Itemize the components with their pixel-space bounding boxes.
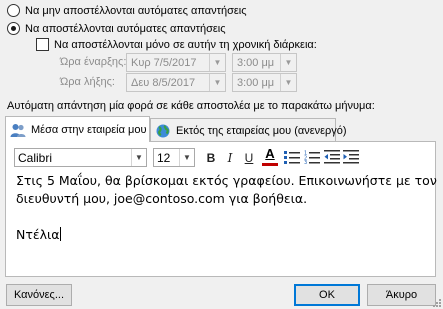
font-value: Calibri	[18, 150, 53, 165]
no-auto-reply-option[interactable]: Να μην αποστέλλονται αυτόματες απαντήσει…	[7, 4, 247, 17]
cancel-button[interactable]: Άκυρο	[367, 284, 436, 306]
font-size-select[interactable]: 12 ▼	[153, 148, 195, 167]
font-color-bar	[262, 163, 278, 166]
bold-button[interactable]: B	[203, 148, 219, 168]
chevron-down-icon[interactable]: ▼	[280, 74, 296, 91]
start-time-field[interactable]: 3:00 μμ ▼	[232, 53, 297, 72]
time-range-checkbox[interactable]	[36, 38, 49, 51]
signature-text: Ντέλια	[16, 227, 60, 242]
bullets-icon[interactable]	[284, 150, 300, 167]
rules-button[interactable]: Κανόνες...	[6, 284, 72, 306]
message-signature: Ντέλια	[16, 226, 428, 244]
end-time-value: 3:00 μμ	[237, 76, 275, 89]
svg-text:3: 3	[304, 160, 307, 164]
message-line-2: διευθυντή μου, joe@contoso.com για βοήθε…	[16, 191, 308, 206]
chevron-down-icon[interactable]: ▼	[280, 54, 296, 71]
globe-icon	[155, 123, 171, 139]
chevron-down-icon[interactable]: ▼	[131, 149, 146, 166]
end-time-field[interactable]: 3:00 μμ ▼	[232, 73, 297, 92]
font-color-letter: A	[265, 146, 275, 161]
underline-button[interactable]: U	[241, 148, 257, 168]
people-icon	[10, 122, 26, 138]
chevron-down-icon[interactable]: ▼	[209, 74, 225, 91]
no-auto-reply-label: Να μην αποστέλλονται αυτόματες απαντήσει…	[25, 4, 247, 17]
font-select[interactable]: Calibri ▼	[14, 148, 147, 167]
italic-button[interactable]: I	[223, 148, 237, 168]
ok-button[interactable]: OK	[294, 284, 360, 306]
tab-outside-organization[interactable]: Εκτός της εταιρείας μου (ανενεργό)	[150, 118, 347, 142]
tab-outside-label: Εκτός της εταιρείας μου (ανενεργό)	[176, 124, 347, 137]
start-time-label: Ώρα έναρξης:	[60, 56, 127, 68]
no-auto-reply-radio[interactable]	[7, 4, 20, 17]
text-cursor	[59, 227, 61, 241]
resize-grip-icon[interactable]	[432, 298, 442, 309]
end-time-label: Ώρα λήξης:	[60, 76, 115, 88]
send-auto-reply-label: Να αποστέλλονται αυτόματες απαντήσεις	[25, 22, 226, 35]
font-size-value: 12	[157, 150, 171, 165]
decrease-indent-icon[interactable]	[324, 150, 340, 167]
message-editor[interactable]: Στις 5 Μαΐου, θα βρίσκομαι εκτός γραφείο…	[12, 170, 437, 274]
start-date-value: Κυρ 7/5/2017	[131, 56, 197, 69]
chevron-down-icon[interactable]: ▼	[179, 149, 194, 166]
start-time-value: 3:00 μμ	[237, 56, 275, 69]
tab-inside-label: Μέσα στην εταιρεία μου	[31, 123, 147, 136]
instruction-text: Αυτόματη απάντηση μία φορά σε κάθε αποστ…	[7, 100, 375, 112]
time-range-option[interactable]: Να αποστέλλονται μόνο σε αυτήν τη χρονικ…	[36, 38, 317, 51]
message-line-3	[16, 208, 428, 226]
numbering-icon[interactable]: 1 2 3	[304, 150, 320, 167]
tab-inside-organization[interactable]: Μέσα στην εταιρεία μου	[5, 116, 150, 142]
send-auto-reply-option[interactable]: Να αποστέλλονται αυτόματες απαντήσεις	[7, 22, 226, 35]
send-auto-reply-radio[interactable]	[7, 22, 20, 35]
time-range-label: Να αποστέλλονται μόνο σε αυτήν τη χρονικ…	[54, 38, 317, 51]
font-color-button[interactable]: A	[262, 146, 278, 168]
message-line-1: Στις 5 Μαΐου, θα βρίσκομαι εκτός γραφείο…	[16, 173, 437, 188]
end-date-value: Δευ 8/5/2017	[131, 76, 196, 89]
end-date-field[interactable]: Δευ 8/5/2017 ▼	[126, 73, 226, 92]
increase-indent-icon[interactable]	[343, 150, 359, 167]
start-date-field[interactable]: Κυρ 7/5/2017 ▼	[126, 53, 226, 72]
chevron-down-icon[interactable]: ▼	[209, 54, 225, 71]
